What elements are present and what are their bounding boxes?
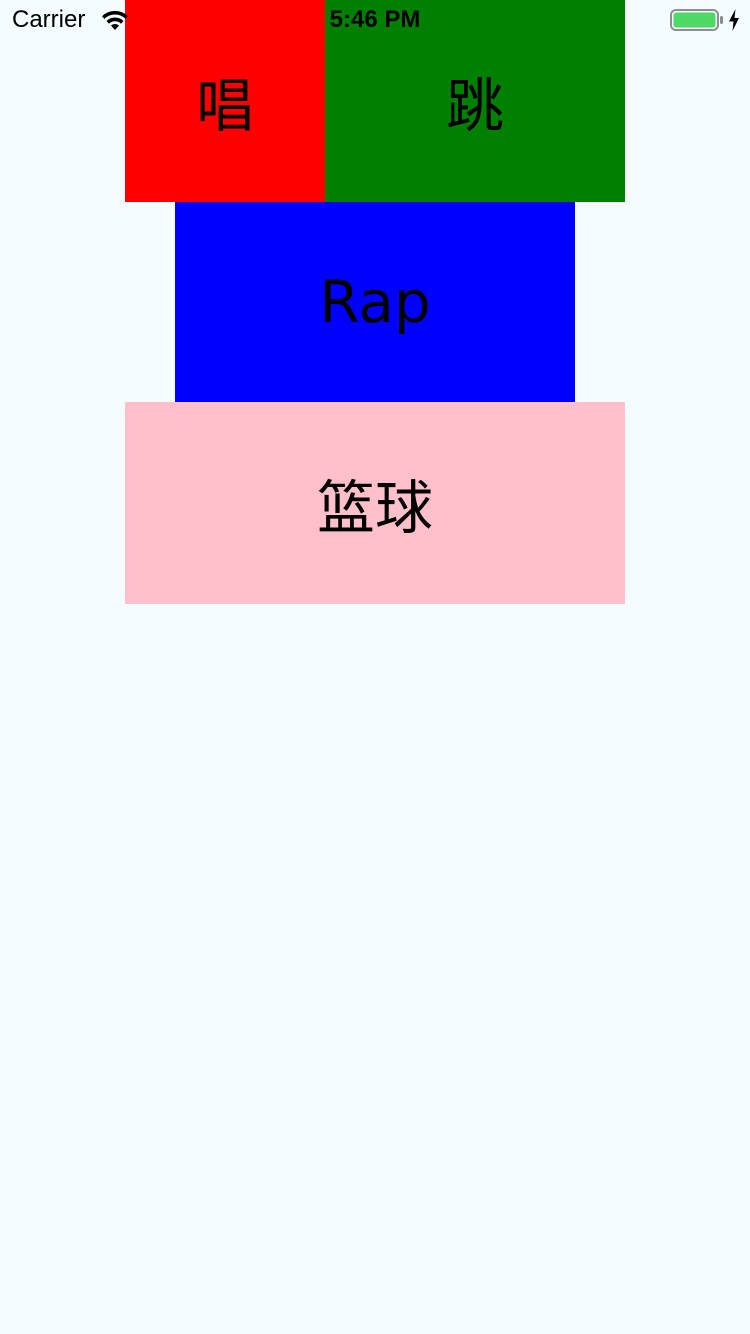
basketball-label: 篮球: [316, 474, 433, 542]
sing-label: 唱: [195, 72, 254, 140]
battery-level-fill: [673, 12, 716, 28]
charging-bolt-icon: [729, 9, 739, 31]
dance-label: 跳: [445, 72, 504, 140]
basketball-block: 篮球: [125, 402, 625, 604]
rap-block: Rap: [175, 202, 575, 402]
app-screen: 唱 跳 Rap 篮球 Carrier 5:46 PM: [0, 0, 750, 1334]
clock-time: 5:46 PM: [329, 6, 421, 33]
status-bar: Carrier 5:46 PM: [0, 0, 750, 40]
battery-full-icon: [670, 9, 723, 31]
rap-label: Rap: [319, 268, 431, 336]
